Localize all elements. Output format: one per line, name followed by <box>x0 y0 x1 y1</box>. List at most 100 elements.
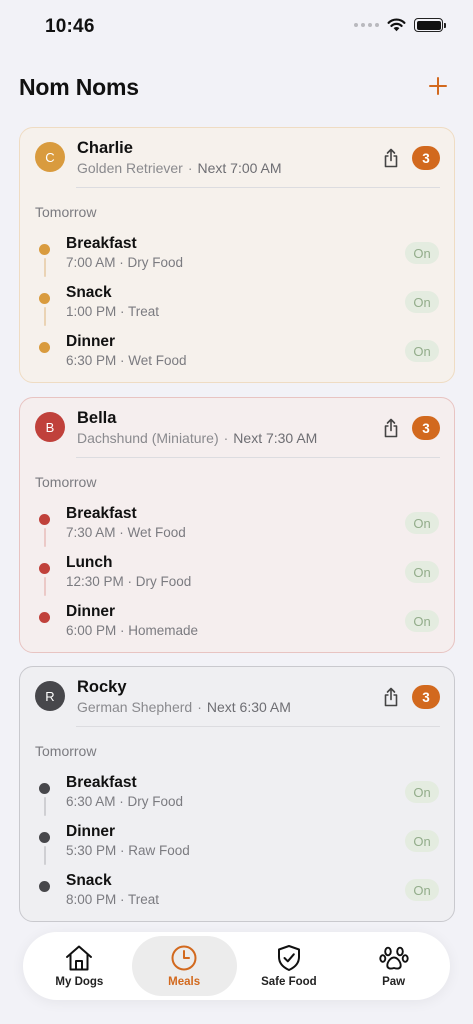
next-meal-time: Next 6:30 AM <box>206 699 291 715</box>
card-header: B Bella Dachshund (Miniature) · Next 7:30 AM… <box>20 398 454 458</box>
meal-row[interactable]: Breakfast 6:30 AM · Dry Food On <box>20 772 454 821</box>
meal-dot-icon <box>39 881 50 892</box>
day-label: Tomorrow <box>35 204 97 220</box>
meal-detail: 1:00 PM · Treat <box>66 304 160 319</box>
paw-icon <box>378 946 409 970</box>
meal-row[interactable]: Snack 8:00 PM · Treat On <box>20 870 454 919</box>
meal-toggle[interactable]: On <box>405 291 439 313</box>
next-meal-time: Next 7:00 AM <box>197 160 282 176</box>
meal-toggle[interactable]: On <box>405 610 439 632</box>
next-meal-time: Next 7:30 AM <box>233 430 318 446</box>
share-icon <box>384 418 398 438</box>
tab-label: Safe Food <box>261 976 317 988</box>
meal-dot-icon <box>39 293 50 304</box>
meal-dot-icon <box>39 612 50 623</box>
meal-dot-icon <box>39 832 50 843</box>
tab-paw[interactable]: Paw <box>341 936 446 996</box>
timeline-line <box>43 577 46 596</box>
dog-card-bella[interactable]: B Bella Dachshund (Miniature) · Next 7:30 AM… <box>19 397 455 653</box>
timeline-line <box>43 528 46 547</box>
meal-detail: 7:30 AM · Wet Food <box>66 525 186 540</box>
meal-detail: 6:30 PM · Wet Food <box>66 353 187 368</box>
dog-breed: Golden Retriever <box>77 160 183 176</box>
meal-row[interactable]: Breakfast 7:00 AM · Dry Food On <box>20 233 454 282</box>
dog-name: Charlie <box>77 139 133 157</box>
meal-detail: 6:30 AM · Dry Food <box>66 794 184 809</box>
clock-icon <box>171 945 197 971</box>
meal-name: Snack <box>66 872 112 889</box>
timeline-line <box>43 846 46 865</box>
dog-subtitle: Dachshund (Miniature) · Next 7:30 AM <box>77 430 318 446</box>
divider <box>76 726 440 727</box>
card-header: C Charlie Golden Retriever · Next 7:00 AM 3 <box>20 128 454 188</box>
meal-name: Dinner <box>66 823 116 840</box>
meal-row[interactable]: Dinner 5:30 PM · Raw Food On <box>20 821 454 870</box>
share-button[interactable] <box>380 685 402 709</box>
timeline-line <box>43 797 46 816</box>
avatar: B <box>35 412 65 442</box>
avatar: R <box>35 681 65 711</box>
meal-row[interactable]: Dinner 6:00 PM · Homemade On <box>20 601 454 650</box>
meal-row[interactable]: Dinner 6:30 PM · Wet Food On <box>20 331 454 380</box>
page-header: Nom Noms <box>19 70 454 106</box>
meal-toggle[interactable]: On <box>405 879 439 901</box>
timeline-line <box>43 307 46 326</box>
status-bar: 10:46 <box>0 0 473 54</box>
status-time: 10:46 <box>45 16 95 37</box>
meal-dot-icon <box>39 563 50 574</box>
meal-row[interactable]: Snack 1:00 PM · Treat On <box>20 282 454 331</box>
day-label: Tomorrow <box>35 743 97 759</box>
meal-name: Breakfast <box>66 235 137 252</box>
meal-dot-icon <box>39 514 50 525</box>
meal-toggle[interactable]: On <box>405 781 439 803</box>
meal-count-badge: 3 <box>412 416 440 440</box>
cellular-signal-icon <box>354 23 379 27</box>
meal-name: Snack <box>66 284 112 301</box>
meal-detail: 12:30 PM · Dry Food <box>66 574 192 589</box>
share-icon <box>384 687 398 707</box>
meal-row[interactable]: Lunch 12:30 PM · Dry Food On <box>20 552 454 601</box>
timeline-line <box>43 258 46 277</box>
meal-toggle[interactable]: On <box>405 830 439 852</box>
add-button[interactable] <box>422 70 454 102</box>
dog-name: Rocky <box>77 678 127 696</box>
meal-name: Dinner <box>66 603 116 620</box>
house-icon <box>66 945 93 971</box>
meal-detail: 7:00 AM · Dry Food <box>66 255 184 270</box>
meal-name: Breakfast <box>66 505 137 522</box>
meal-count-badge: 3 <box>412 685 440 709</box>
meal-toggle[interactable]: On <box>405 340 439 362</box>
tab-label: My Dogs <box>55 976 104 988</box>
tab-safe-food[interactable]: Safe Food <box>237 936 342 996</box>
meal-row[interactable]: Breakfast 7:30 AM · Wet Food On <box>20 503 454 552</box>
meal-toggle[interactable]: On <box>405 512 439 534</box>
meal-toggle[interactable]: On <box>405 242 439 264</box>
meal-toggle[interactable]: On <box>405 561 439 583</box>
divider <box>76 457 440 458</box>
dog-subtitle: Golden Retriever · Next 7:00 AM <box>77 160 282 176</box>
dog-card-charlie[interactable]: C Charlie Golden Retriever · Next 7:00 AM 3 To… <box>19 127 455 383</box>
dog-breed: German Shepherd <box>77 699 193 715</box>
tab-label: Paw <box>382 976 406 988</box>
divider <box>76 187 440 188</box>
meal-name: Lunch <box>66 554 113 571</box>
tab-label: Meals <box>168 976 201 988</box>
share-button[interactable] <box>380 416 402 440</box>
tab-meals[interactable]: Meals <box>131 936 237 996</box>
dog-breed: Dachshund (Miniature) <box>77 430 219 446</box>
page-title: Nom Noms <box>19 74 139 100</box>
tab-my-dogs[interactable]: My Dogs <box>27 936 132 996</box>
card-header: R Rocky German Shepherd · Next 6:30 AM 3 <box>20 667 454 727</box>
meal-count-badge: 3 <box>412 146 440 170</box>
share-button[interactable] <box>380 146 402 170</box>
meal-detail: 5:30 PM · Raw Food <box>66 843 190 858</box>
dog-card-rocky[interactable]: R Rocky German Shepherd · Next 6:30 AM 3 Tomor… <box>19 666 455 922</box>
meal-detail: 8:00 PM · Treat <box>66 892 160 907</box>
avatar: C <box>35 142 65 172</box>
dog-name: Bella <box>77 409 117 427</box>
share-icon <box>384 148 398 168</box>
wifi-icon <box>387 18 406 32</box>
meal-dot-icon <box>39 783 50 794</box>
status-icons <box>354 18 446 32</box>
meal-name: Dinner <box>66 333 116 350</box>
